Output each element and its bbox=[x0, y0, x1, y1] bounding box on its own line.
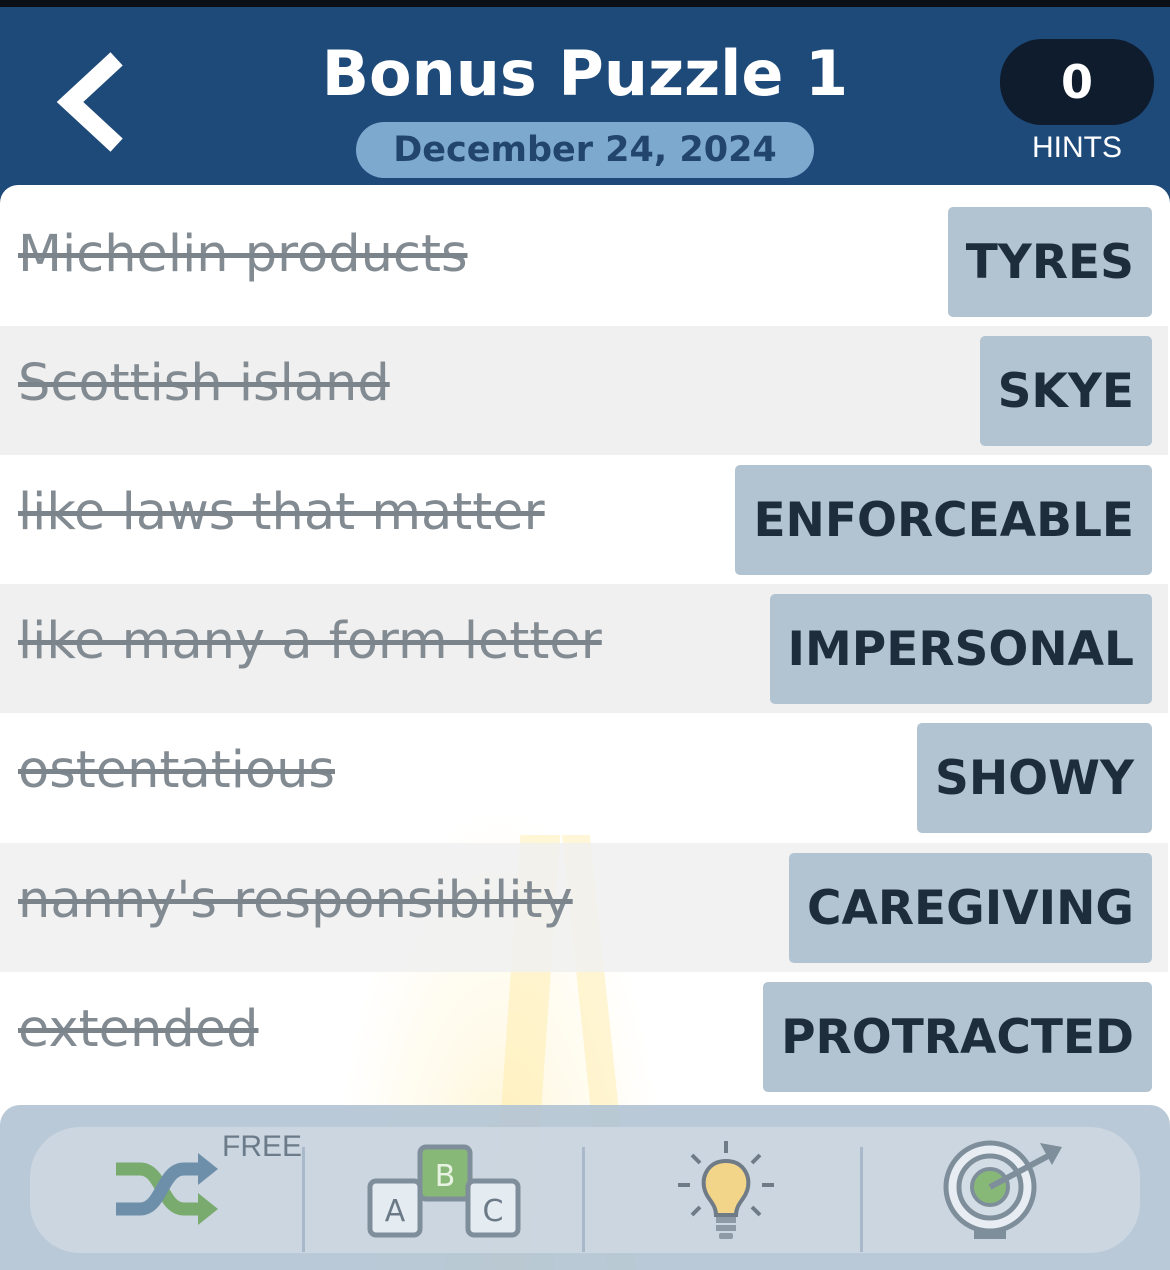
svg-text:C: C bbox=[483, 1194, 504, 1229]
clue-row: ostentatious SHOWY bbox=[0, 713, 1168, 842]
answer-tile[interactable]: CAREGIVING bbox=[788, 853, 1152, 963]
page-title: Bonus Puzzle 1 bbox=[321, 37, 849, 110]
toolbar-divider bbox=[302, 1147, 305, 1252]
toolbar-divider bbox=[582, 1147, 585, 1252]
clue-row: Michelin products TYRES bbox=[0, 197, 1168, 326]
clue-text: like many a form letter bbox=[18, 612, 602, 671]
clue-text: ostentatious bbox=[18, 741, 335, 800]
clue-row: like laws that matter ENFORCEABLE bbox=[0, 455, 1168, 584]
answer-tile[interactable]: SHOWY bbox=[916, 723, 1152, 833]
solve-button[interactable] bbox=[864, 1127, 1140, 1253]
shuffle-icon bbox=[116, 1153, 218, 1225]
hint-button[interactable] bbox=[586, 1127, 860, 1253]
free-badge: FREE bbox=[222, 1130, 303, 1163]
header: Bonus Puzzle 1 December 24, 2024 0 HINTS bbox=[0, 7, 1170, 197]
bottom-toolbar: A B C bbox=[0, 1105, 1170, 1270]
clue-row: extended PROTRACTED bbox=[0, 972, 1168, 1101]
clue-row: nanny's responsibility CAREGIVING bbox=[0, 843, 1168, 972]
toolbar-divider bbox=[860, 1147, 863, 1252]
lightbulb-icon bbox=[678, 1141, 774, 1239]
abc-blocks-icon: A B C bbox=[367, 1144, 521, 1238]
answer-tile[interactable]: ENFORCEABLE bbox=[735, 465, 1152, 575]
clue-row: like many a form letter IMPERSONAL bbox=[0, 584, 1168, 713]
svg-text:B: B bbox=[435, 1159, 456, 1194]
answer-tile[interactable]: PROTRACTED bbox=[763, 982, 1152, 1092]
answer-tile[interactable]: TYRES bbox=[947, 207, 1152, 317]
status-bar bbox=[0, 0, 1170, 7]
hints-label: HINTS bbox=[1032, 131, 1122, 164]
clue-text: like laws that matter bbox=[18, 483, 545, 542]
hints-counter[interactable]: 0 bbox=[1000, 39, 1154, 125]
reveal-letter-button[interactable]: A B C bbox=[306, 1127, 582, 1253]
date-badge: December 24, 2024 bbox=[356, 122, 814, 178]
svg-text:A: A bbox=[385, 1194, 406, 1229]
answer-tile[interactable]: IMPERSONAL bbox=[769, 594, 1152, 704]
target-icon bbox=[943, 1140, 1062, 1239]
clue-row: Scottish island SKYE bbox=[0, 326, 1168, 455]
clue-text: nanny's responsibility bbox=[18, 871, 573, 930]
toolbar-track: A B C bbox=[30, 1127, 1140, 1253]
clue-text: Michelin products bbox=[18, 225, 468, 284]
clue-text: extended bbox=[18, 1000, 259, 1059]
answer-tile[interactable]: SKYE bbox=[979, 336, 1152, 446]
clue-text: Scottish island bbox=[18, 354, 390, 413]
